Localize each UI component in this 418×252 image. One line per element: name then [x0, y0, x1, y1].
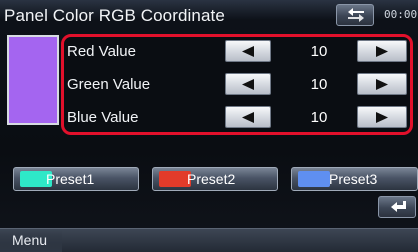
red-value-label: Red Value — [67, 43, 136, 60]
green-value-label: Green Value — [67, 76, 151, 93]
preset3-label: Preset3 — [329, 171, 378, 187]
return-button[interactable] — [378, 196, 416, 218]
preset3-button[interactable]: Preset3 — [291, 167, 418, 191]
back-button[interactable] — [336, 4, 374, 26]
preset2-button[interactable]: Preset2 — [152, 167, 278, 191]
preset1-label: Preset1 — [46, 171, 95, 187]
preset2-label: Preset2 — [187, 171, 236, 187]
blue-value-row: Blue Value 10 — [64, 105, 416, 131]
page-title: Panel Color RGB Coordinate — [4, 6, 225, 25]
blue-value-label: Blue Value — [67, 109, 139, 126]
preset3-color-chip — [298, 171, 330, 187]
red-value-row: Red Value 10 — [64, 39, 416, 65]
red-value: 10 — [310, 43, 328, 60]
red-decrease-button[interactable] — [225, 40, 271, 62]
right-triangle-icon — [376, 112, 388, 123]
menu-button[interactable]: Menu — [0, 229, 62, 252]
color-preview-swatch — [7, 35, 59, 125]
right-triangle-icon — [376, 46, 388, 57]
green-increase-button[interactable] — [357, 73, 407, 95]
back-arrow-icon — [348, 8, 364, 22]
left-triangle-icon — [242, 79, 254, 90]
blue-value: 10 — [310, 109, 328, 126]
bottom-menu-bar: Menu — [0, 228, 418, 252]
preset1-button[interactable]: Preset1 — [13, 167, 139, 191]
right-triangle-icon — [376, 79, 388, 90]
blue-decrease-button[interactable] — [225, 106, 271, 128]
green-value: 10 — [310, 76, 328, 93]
green-value-row: Green Value 10 — [64, 72, 416, 98]
rgb-coordinate-screen: Panel Color RGB Coordinate 00:00 Red Val… — [0, 0, 418, 252]
green-decrease-button[interactable] — [225, 73, 271, 95]
clock: 00:00 — [384, 8, 418, 21]
left-triangle-icon — [242, 112, 254, 123]
rgb-adjust-panel: Red Value 10 Green Value 10 Blue Value 1… — [61, 34, 413, 135]
left-triangle-icon — [242, 46, 254, 57]
red-increase-button[interactable] — [357, 40, 407, 62]
return-icon — [391, 201, 406, 212]
blue-increase-button[interactable] — [357, 106, 407, 128]
